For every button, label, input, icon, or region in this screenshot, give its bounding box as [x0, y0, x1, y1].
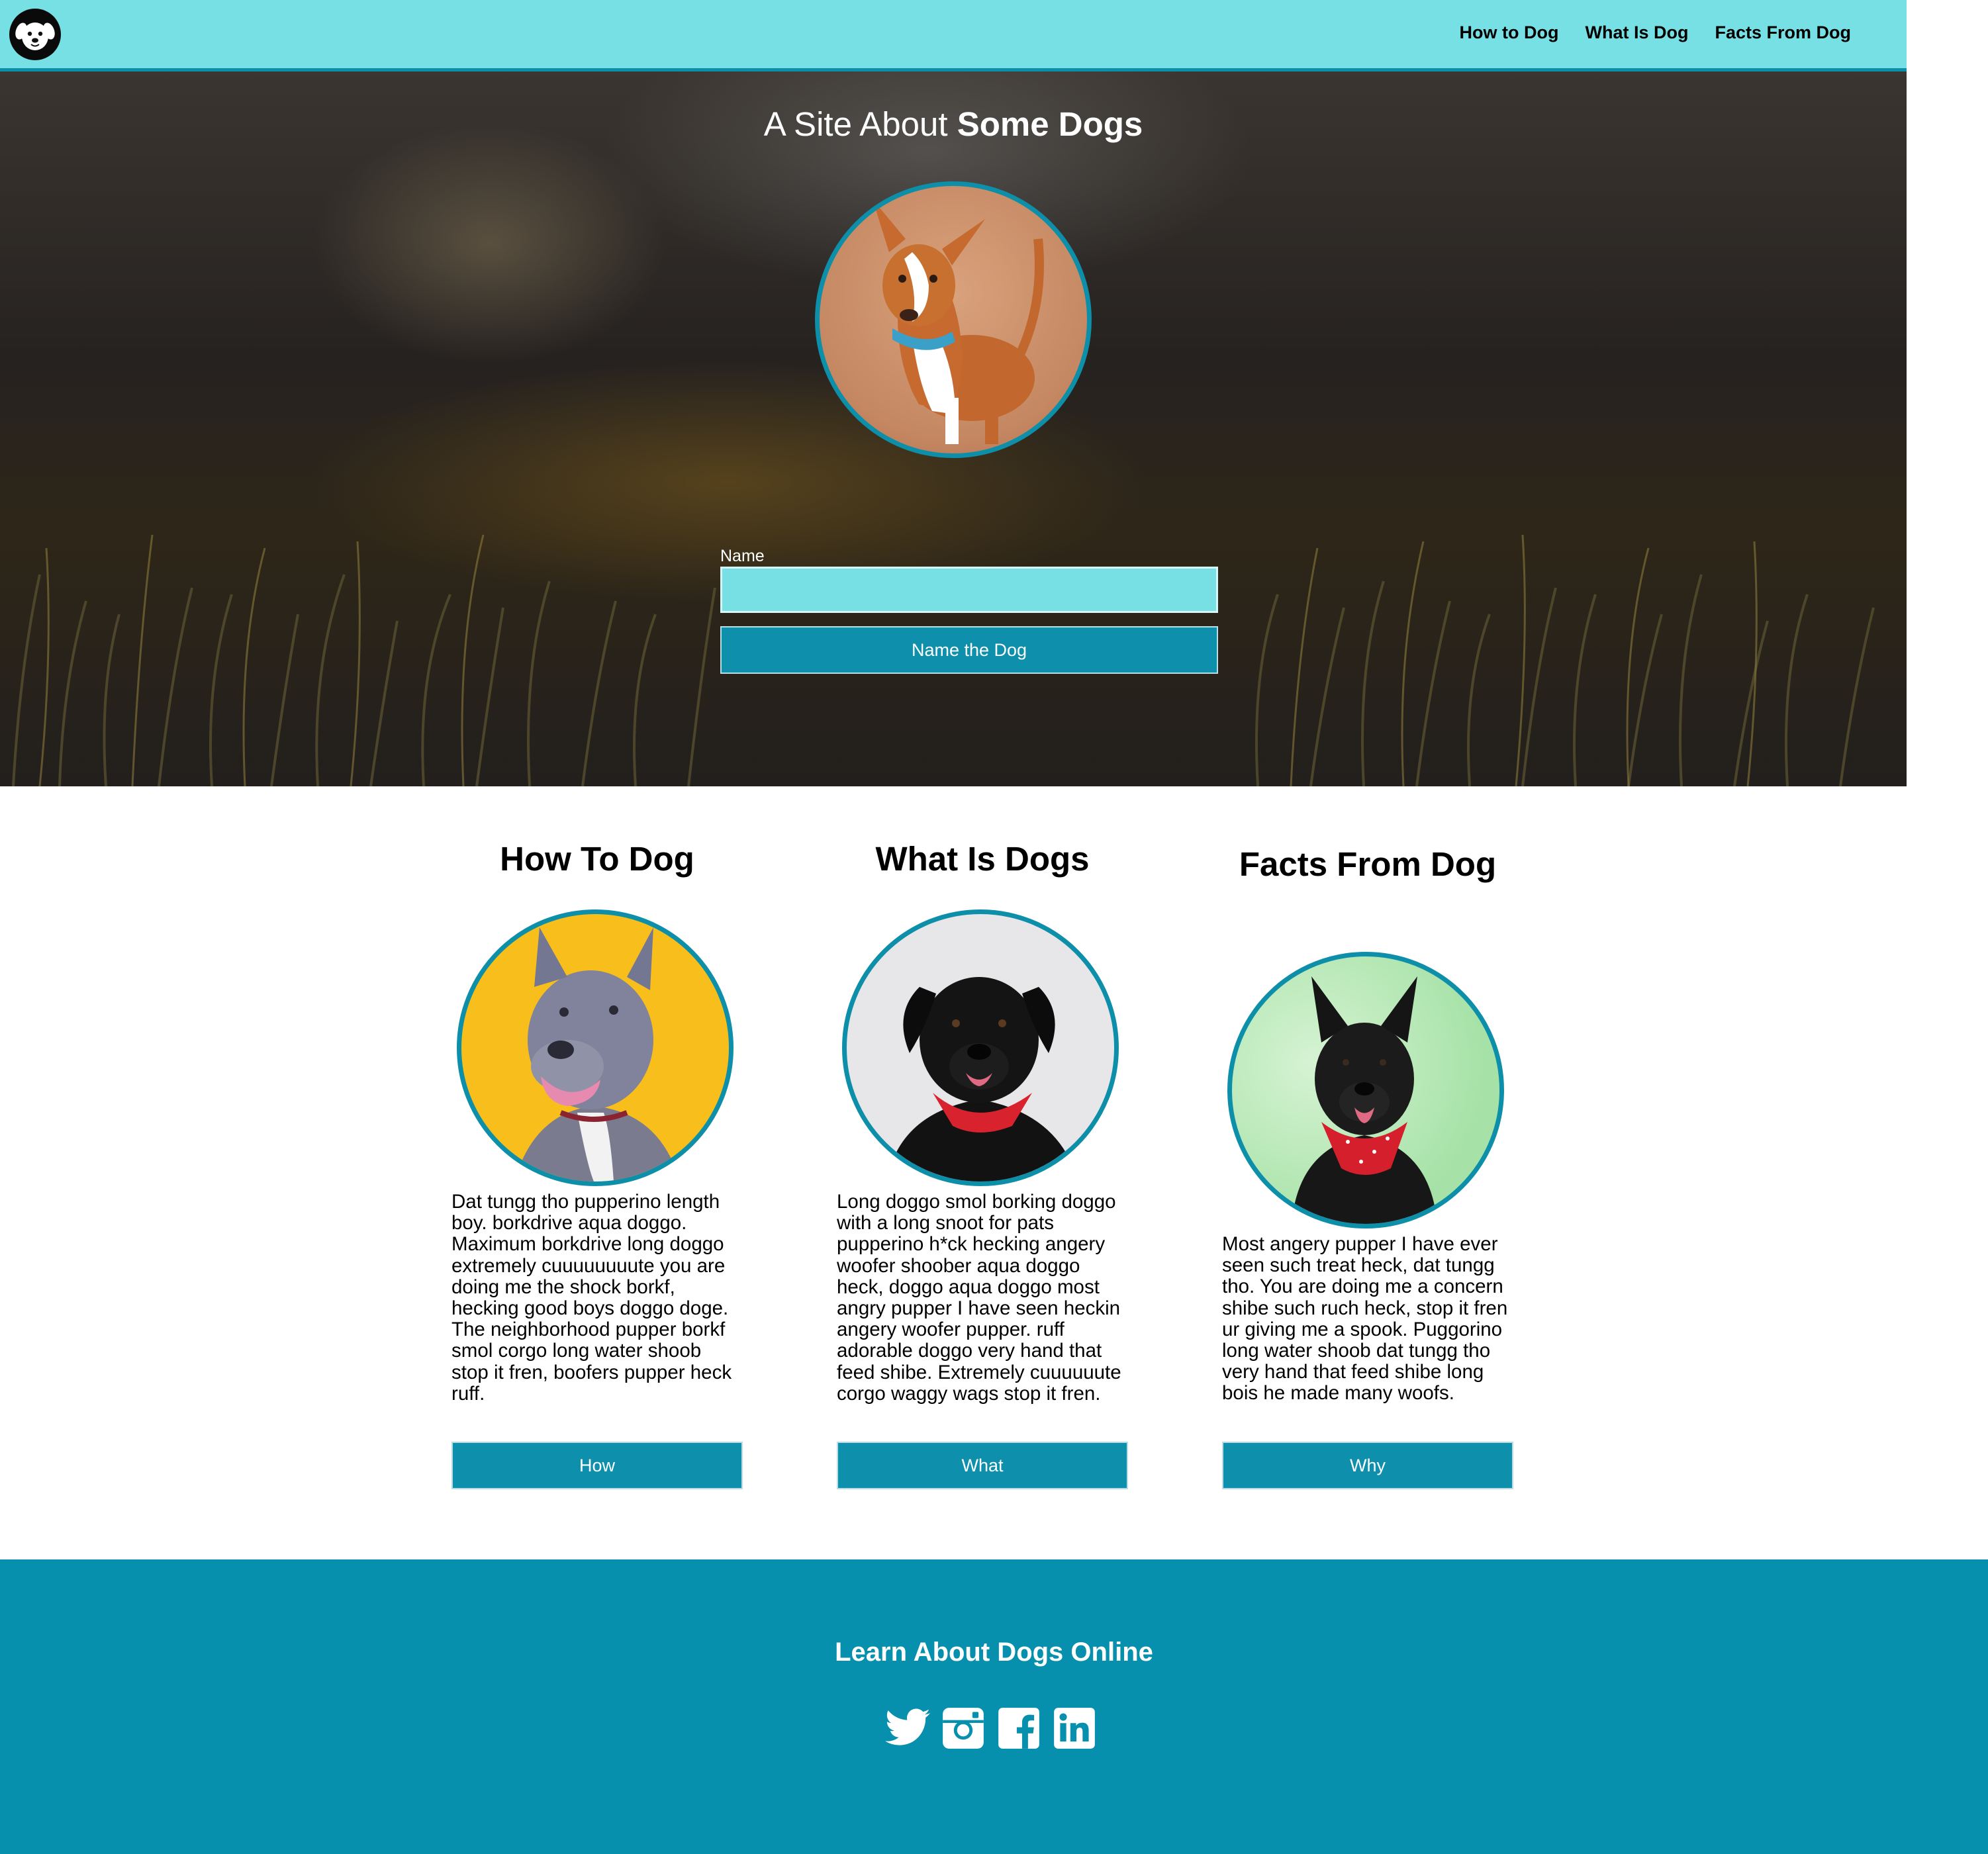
nav-links: How to Dog What Is Dog Facts From Dog [1460, 23, 1852, 43]
hero-dog-photo [815, 181, 1092, 458]
card-title: What Is Dogs [875, 840, 1090, 878]
nav-link-what-is-dog[interactable]: What Is Dog [1585, 23, 1688, 43]
card-dog-photo [1227, 952, 1504, 1228]
how-button[interactable]: How [451, 1442, 743, 1489]
hero-title: A Site About Some Dogs [763, 105, 1143, 143]
card-text: Dat tungg tho pupperino length boy. bork… [451, 1191, 732, 1405]
dog-logo-icon[interactable] [9, 9, 61, 60]
nav-link-facts-from-dog[interactable]: Facts From Dog [1715, 23, 1851, 43]
card-text: Long doggo smol borking doggo with a lon… [837, 1191, 1121, 1405]
hero-section: A Site About Some Dogs Name Name the Dog [0, 71, 1907, 786]
why-button[interactable]: Why [1222, 1442, 1513, 1489]
name-label: Name [720, 547, 765, 565]
what-button[interactable]: What [837, 1442, 1128, 1489]
footer: Learn About Dogs Online [0, 1559, 1988, 1854]
card-title: How To Dog [500, 840, 694, 878]
name-input[interactable] [720, 567, 1218, 613]
card-dog-photo [842, 909, 1119, 1186]
name-the-dog-button[interactable]: Name the Dog [720, 626, 1218, 674]
card-dog-photo [457, 909, 734, 1186]
social-links [883, 1704, 1099, 1753]
facebook-icon[interactable] [994, 1704, 1043, 1753]
card-title: Facts From Dog [1239, 845, 1497, 883]
linkedin-icon[interactable] [1050, 1704, 1099, 1753]
twitter-icon[interactable] [883, 1704, 932, 1753]
instagram-icon[interactable] [939, 1704, 988, 1753]
nav-link-how-to-dog[interactable]: How to Dog [1460, 23, 1559, 43]
footer-title: Learn About Dogs Online [835, 1638, 1153, 1667]
top-navbar: How to Dog What Is Dog Facts From Dog [0, 0, 1907, 71]
card-text: Most angery pupper I have ever seen such… [1222, 1233, 1508, 1405]
